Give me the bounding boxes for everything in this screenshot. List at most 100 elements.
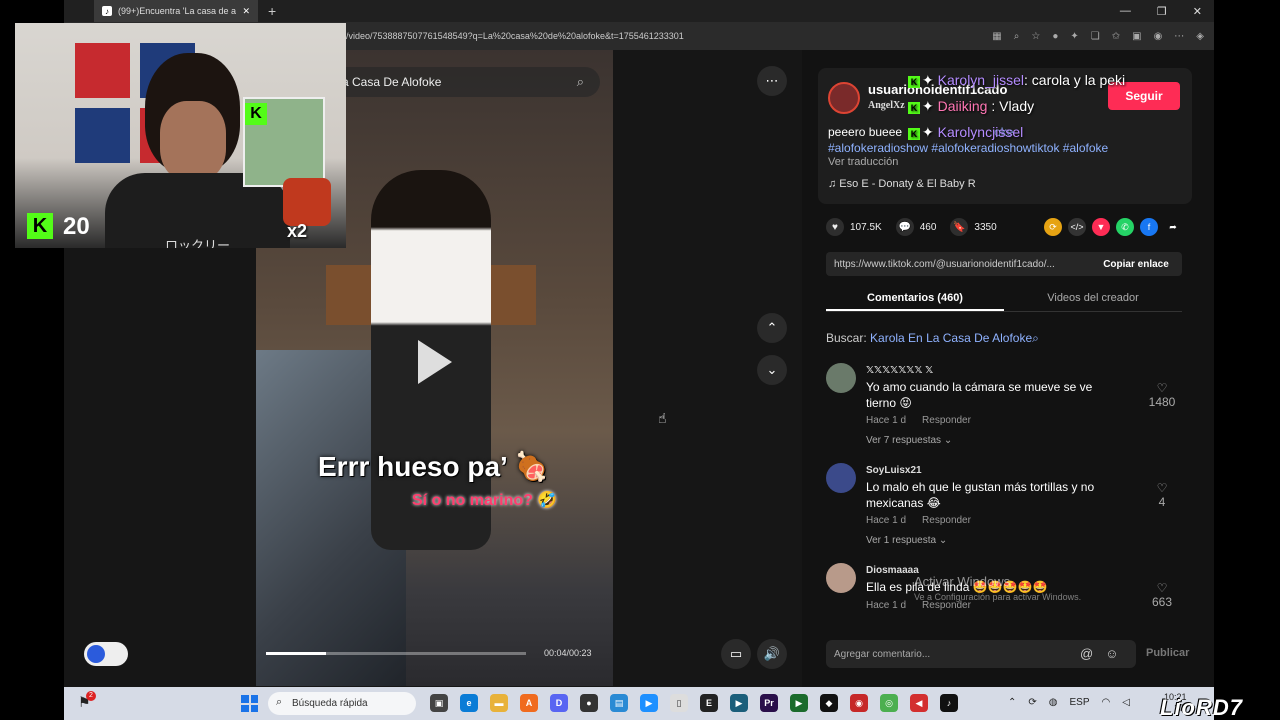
profile-icon[interactable]: ◉ [1154,31,1163,42]
extension-icon[interactable]: ● [1052,31,1058,42]
close-tab-icon[interactable]: ✕ [242,6,250,17]
embed-icon[interactable]: </> [1068,218,1086,236]
save-stat[interactable]: 🔖 3350 [950,218,997,236]
play-icon[interactable] [418,340,452,384]
reply-button[interactable]: Responder [922,415,971,426]
comment-time: Hace 1 d [866,415,907,426]
sync-icon[interactable]: ⟳ [1028,697,1036,708]
search-icon[interactable]: ⌕ [577,74,584,90]
speaker-icon[interactable]: ◁ [1122,697,1130,708]
comment-like[interactable]: ♡ 4 [1142,481,1182,509]
next-video-icon[interactable]: ⌄ [757,355,787,385]
epic-games-icon[interactable]: E [700,694,718,712]
close-window-icon[interactable]: ✕ [1193,5,1202,18]
music-link[interactable]: ♫ Eso E - Donaty & El Baby R [828,178,976,190]
file-explorer-icon[interactable]: ▬ [490,694,508,712]
comment-avatar[interactable] [826,363,856,393]
autoscroll-toggle[interactable] [84,642,128,666]
taskview-icon[interactable]: ▣ [430,694,448,712]
video-timecode: 00:04/00:23 [544,648,592,658]
comment-author[interactable]: Diosmaaaa [866,565,919,576]
view-replies-link[interactable]: Ver 1 respuesta ⌄ [866,535,947,546]
url-text[interactable]: /video/7538887507761548549?q=La%20casa%2… [346,31,684,41]
like-stat[interactable]: ♥ 107.5K [826,218,882,236]
search-query-link[interactable]: Karola En La Casa De Alofoke [870,331,1032,345]
taskbar-search[interactable]: ⌕ Búsqueda rápida [268,692,416,715]
zoom-icon[interactable]: ⌕ [1014,31,1020,42]
reply-button[interactable]: Responder [922,515,971,526]
browser-tab[interactable]: ♪ (99+)Encuentra 'La casa de alofok ✕ [94,0,258,22]
hashtags-line[interactable]: #alofokeradioshow #alofokeradioshowtikto… [828,141,1108,155]
app-icon[interactable]: ◀ [910,694,928,712]
new-tab-button[interactable]: + [268,3,276,19]
edge-icon[interactable]: e [460,694,478,712]
favorite-star-icon[interactable]: ☆ [1031,31,1040,42]
chevron-up-icon[interactable]: ⌃ [1008,697,1016,708]
bookmark-icon[interactable]: 🔖 [950,218,969,236]
facebook-icon[interactable]: f [1140,218,1158,236]
heart-icon[interactable]: ♥ [826,218,844,236]
file-icon[interactable]: ▯ [670,694,688,712]
network-icon[interactable]: ◍ [1049,697,1058,708]
tab-comments[interactable]: Comentarios (460) [826,286,1004,311]
mention-icon[interactable]: @ [1080,646,1093,661]
discord-icon[interactable]: D [550,694,568,712]
translate-link[interactable]: Ver traducción [828,156,898,168]
share-arrow-icon[interactable]: ➦ [1164,218,1182,236]
app-icon[interactable]: ▤ [610,694,628,712]
heart-outline-icon[interactable]: ♡ [1142,481,1182,495]
emoji-icon[interactable]: ☺ [1105,646,1118,661]
split-icon[interactable]: ❏ [1091,31,1100,42]
comment-count: 460 [919,221,937,233]
copy-link-button[interactable]: Copiar enlace [1090,252,1182,276]
app-icon[interactable]: ◆ [820,694,838,712]
search-icon[interactable]: ⌕ [1032,331,1039,345]
repost-icon[interactable]: ⟳ [1044,218,1062,236]
comment-like[interactable]: ♡ 1480 [1142,381,1182,409]
chrome-icon[interactable]: ◎ [880,694,898,712]
app-icon[interactable]: ▶ [730,694,748,712]
view-replies-link[interactable]: Ver 7 respuestas ⌄ [866,435,952,446]
comment-avatar[interactable] [826,463,856,493]
send-icon[interactable]: ▼ [1092,218,1110,236]
obs-icon[interactable]: ● [580,694,598,712]
maximize-icon[interactable]: ❐ [1157,5,1167,18]
app-icon[interactable]: ▶ [640,694,658,712]
collections-icon[interactable]: ▣ [1132,31,1141,42]
comment-icon[interactable]: 💬 [895,218,914,236]
favorites-icon[interactable]: ✩ [1112,31,1120,42]
wifi-icon[interactable]: ◠ [1102,697,1111,708]
comment-stat[interactable]: 💬 460 [895,218,937,236]
comment-author[interactable]: 𝕏𝕏𝕏𝕏𝕏𝕏𝕏 𝕏 [866,365,933,376]
app-icon[interactable]: ◉ [850,694,868,712]
app-icon[interactable]: A [520,694,538,712]
heart-outline-icon[interactable]: ♡ [1142,581,1182,595]
minimize-icon[interactable]: — [1120,5,1131,18]
premiere-icon[interactable]: Pr [760,694,778,712]
tiktok-icon[interactable]: ♪ [940,694,958,712]
tab-creator-videos[interactable]: Videos del creador [1004,286,1182,311]
language-indicator[interactable]: ESP [1070,697,1090,708]
reader-icon[interactable]: ▦ [992,31,1001,42]
search-label: Buscar: [826,331,867,345]
author-avatar[interactable] [828,82,860,114]
windows-start-icon[interactable] [241,695,258,712]
whatsapp-icon[interactable]: ✆ [1116,218,1134,236]
app-icon[interactable]: ▶ [790,694,808,712]
video-progress-bar[interactable] [266,652,526,655]
share-link[interactable]: https://www.tiktok.com/@usuarionoidentif… [834,259,1055,270]
copilot-icon[interactable]: ◈ [1196,31,1204,42]
more-icon[interactable]: ⋯ [1174,31,1184,42]
more-options-icon[interactable]: ⋯ [757,66,787,96]
comment-avatar[interactable] [826,563,856,593]
comment-item: 𝕏𝕏𝕏𝕏𝕏𝕏𝕏 𝕏 Yo amo cuando la cámara se mue… [826,363,1182,453]
previous-video-icon[interactable]: ⌃ [757,313,787,343]
kick-badge-icon: K [908,76,920,88]
heart-outline-icon[interactable]: ♡ [1142,381,1182,395]
publish-button[interactable]: Publicar [1146,647,1189,659]
comment-author[interactable]: SoyLuisx21 [866,465,922,476]
mini-player-icon[interactable]: ▭ [721,639,751,669]
puzzle-icon[interactable]: ✦ [1070,31,1078,42]
comment-like[interactable]: ♡ 663 [1142,581,1182,609]
volume-icon[interactable]: 🔊 [757,639,787,669]
